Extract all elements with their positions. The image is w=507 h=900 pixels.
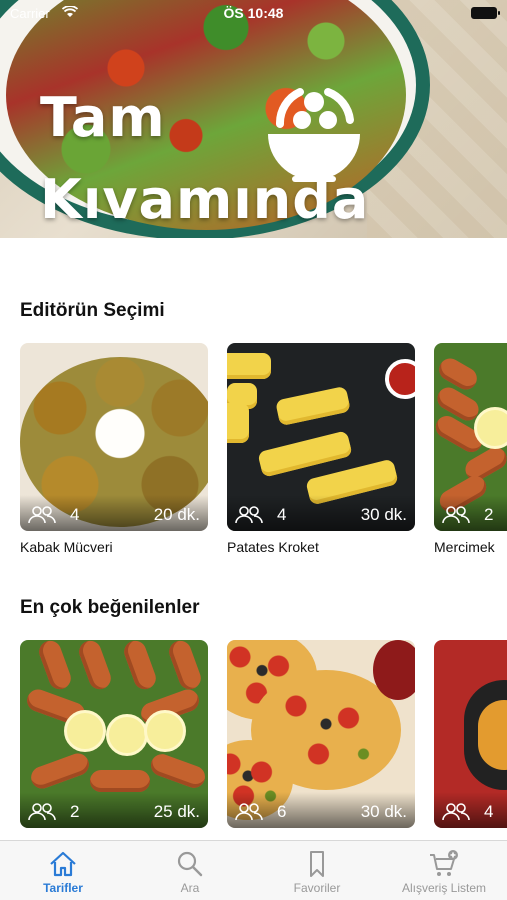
- people-icon: [442, 803, 470, 821]
- recipe-name: Mercimek: [434, 539, 495, 555]
- recipe-photo: 2 25 dk.: [20, 640, 208, 828]
- section-title-most-liked: En çok beğenilenler: [20, 597, 200, 618]
- tab-recipes[interactable]: Tarifler: [0, 841, 126, 900]
- tab-label: Favoriler: [293, 881, 341, 895]
- recipe-name: Patates Kroket: [227, 539, 319, 555]
- people-icon: [235, 803, 263, 821]
- tab-label: Tarifler: [43, 881, 83, 895]
- clock: ÖS 10:48: [223, 5, 284, 21]
- recipe-photo: 4 20 dk.: [20, 343, 208, 531]
- tab-bar: Tarifler Ara Favoriler Alışveriş Listem: [0, 840, 507, 900]
- recipe-card[interactable]: 4 20 dk. Kabak Mücveri: [20, 343, 208, 555]
- tab-search[interactable]: Ara: [127, 841, 253, 900]
- servings-count: 2: [70, 802, 80, 821]
- header-banner: Tam Kıvamında: [0, 0, 507, 238]
- recipe-photo: 2: [434, 343, 507, 531]
- recipe-card[interactable]: 2 Mercimek: [434, 343, 507, 555]
- search-icon: [177, 851, 203, 877]
- servings-count: 6: [277, 802, 287, 821]
- cook-time: 25 dk.: [153, 802, 200, 821]
- recipe-card[interactable]: 6 30 dk.: [227, 640, 415, 828]
- recipe-card[interactable]: 4: [434, 640, 507, 828]
- bookmark-icon: [310, 851, 324, 877]
- bowl-logo-icon: [268, 88, 360, 182]
- tab-label: Alışveriş Listem: [401, 881, 487, 895]
- people-icon: [442, 506, 470, 524]
- home-icon: [50, 851, 76, 877]
- status-bar: Carrier ÖS 10:48: [0, 0, 507, 26]
- cart-add-icon: [430, 850, 458, 876]
- people-icon: [28, 803, 56, 821]
- section-title-editors-choice: Editörün Seçimi: [20, 300, 165, 321]
- most-liked-carousel[interactable]: 2 25 dk. 6 30 dk. 4: [20, 640, 507, 830]
- tab-shopping-list[interactable]: Alışveriş Listem: [381, 841, 507, 900]
- battery-icon: [471, 7, 500, 19]
- servings-count: 4: [277, 505, 287, 524]
- recipe-photo: 6 30 dk.: [227, 640, 415, 828]
- servings-count: 4: [70, 505, 80, 524]
- recipe-photo: 4 30 dk.: [227, 343, 415, 531]
- servings-count: 4: [484, 802, 494, 821]
- recipe-photo: 4: [434, 640, 507, 828]
- recipe-name: Kabak Mücveri: [20, 539, 113, 555]
- cook-time: 20 dk.: [153, 505, 200, 524]
- people-icon: [28, 506, 56, 524]
- servings-count: 2: [484, 505, 494, 524]
- recipe-card[interactable]: 4 30 dk. Patates Kroket: [227, 343, 415, 555]
- tab-favorites[interactable]: Favoriler: [254, 841, 380, 900]
- logo-text-line1: Tam: [40, 86, 166, 149]
- recipe-card[interactable]: 2 25 dk.: [20, 640, 208, 828]
- people-icon: [235, 506, 263, 524]
- tab-label: Ara: [180, 881, 200, 895]
- cook-time: 30 dk.: [360, 802, 407, 821]
- editors-choice-carousel[interactable]: 4 20 dk. Kabak Mücveri 4 30 dk. Patates …: [20, 343, 507, 558]
- cook-time: 30 dk.: [360, 505, 407, 524]
